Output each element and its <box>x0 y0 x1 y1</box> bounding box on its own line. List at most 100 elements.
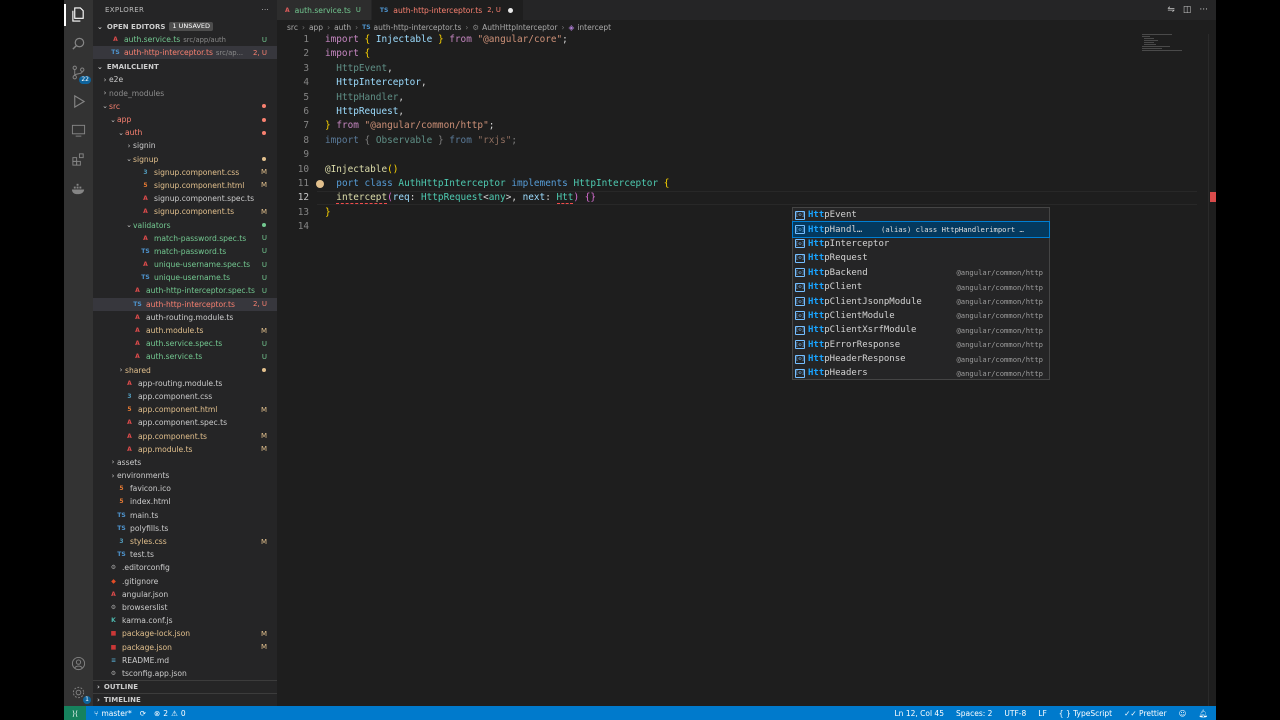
suggestion-item[interactable]: [⊙] Htt pClientModule @angular/common/http <box>793 309 1049 323</box>
breadcrumb-item[interactable]: AuthHttpInterceptor <box>482 23 557 32</box>
timeline-section[interactable]: › TIMELINE <box>93 693 277 706</box>
folder-item[interactable]: ⌄ src <box>93 100 277 113</box>
folder-item[interactable]: ⌄ auth <box>93 126 277 139</box>
file-item[interactable]: Aapp.module.ts M <box>93 443 277 456</box>
folder-item[interactable]: ⌄ validators <box>93 218 277 231</box>
split-editor-icon[interactable]: ◫ <box>1183 5 1192 15</box>
open-editor-item[interactable]: TS auth-http-interceptor.ts src/ap... 2, U <box>93 46 277 60</box>
file-item[interactable]: 5 app.component.html M <box>93 403 277 416</box>
suggestion-item[interactable]: [⊙] Htt pHandl… (alias) class HttpHandlerim… <box>792 221 1050 238</box>
end-of-line[interactable]: LF <box>1038 709 1047 718</box>
file-item[interactable]: TS test.ts <box>93 548 277 561</box>
suggestion-item[interactable]: [⊙] Htt pEvent <box>793 208 1049 222</box>
explorer-icon[interactable] <box>70 6 87 23</box>
problems-indicator[interactable]: ⊗ 2 ⚠ 0 <box>154 709 186 718</box>
open-editors-section[interactable]: ⌄ OPEN EDITORS 1 UNSAVED <box>93 20 277 33</box>
file-item[interactable]: ◆ .gitignore <box>93 575 277 588</box>
more-actions-icon[interactable]: ··· <box>261 6 269 14</box>
folder-item[interactable]: ⌄ app <box>93 113 277 126</box>
minimap[interactable] <box>1142 34 1206 54</box>
file-item[interactable]: Kkarma.conf.js <box>93 614 277 627</box>
file-item[interactable]: ■ package-lock.json M <box>93 627 277 640</box>
breadcrumb-item[interactable]: auth <box>334 23 351 32</box>
file-item[interactable]: TS main.ts <box>93 509 277 522</box>
prettier-status[interactable]: ✓✓ Prettier <box>1124 709 1167 718</box>
tab-auth-http-interceptor[interactable]: TS auth-http-interceptor.ts 2, U <box>371 0 524 20</box>
language-mode[interactable]: { } TypeScript <box>1059 709 1112 718</box>
file-item[interactable]: Amatch-password.spec.ts U <box>93 232 277 245</box>
cursor-position[interactable]: Ln 12, Col 45 <box>895 709 944 718</box>
suggestion-item[interactable]: [⊙] Htt pHeaderResponse @angular/common/htt… <box>793 352 1049 366</box>
file-item[interactable]: ⚙ .editorconfig <box>93 561 277 574</box>
file-item[interactable]: TS match-password.ts U <box>93 245 277 258</box>
tab-auth-service[interactable]: A auth.service.ts U <box>277 0 372 20</box>
search-icon[interactable] <box>70 35 87 52</box>
outline-section[interactable]: › OUTLINE <box>93 680 277 693</box>
file-item[interactable]: TS polyfills.ts <box>93 522 277 535</box>
remote-indicator-icon[interactable]: ⟩⟨ <box>64 706 86 720</box>
workspace-section[interactable]: ⌄ EMAILCLIENT <box>93 60 277 73</box>
file-item[interactable]: Aapp-routing.module.ts <box>93 377 277 390</box>
folder-item[interactable]: ⌄ signup <box>93 153 277 166</box>
account-icon[interactable] <box>70 655 87 672</box>
folder-item[interactable]: › signin <box>93 139 277 152</box>
folder-item[interactable]: › e2e <box>93 73 277 86</box>
file-item[interactable]: Aapp.component.ts M <box>93 429 277 442</box>
file-item[interactable]: 5 index.html <box>93 495 277 508</box>
folder-item[interactable]: › environments <box>93 469 277 482</box>
file-item[interactable]: ⚙ browserslist <box>93 601 277 614</box>
folder-item[interactable]: › assets <box>93 456 277 469</box>
remote-explorer-icon[interactable] <box>70 122 87 139</box>
suggestion-item[interactable]: [⊙] Htt pClient @angular/common/http <box>793 280 1049 294</box>
folder-item[interactable]: › shared <box>93 364 277 377</box>
unsaved-dot-icon[interactable] <box>507 7 513 13</box>
file-item[interactable]: 5 favicon.ico <box>93 482 277 495</box>
open-changes-icon[interactable]: ⇋ <box>1167 5 1175 15</box>
file-item[interactable]: Aauth.service.ts U <box>93 350 277 363</box>
source-control-icon[interactable]: 22 <box>70 64 91 84</box>
sync-icon[interactable]: ⟳ <box>140 709 146 718</box>
extensions-icon[interactable] <box>70 151 87 168</box>
suggestion-item[interactable]: [⊙] Htt pClientXsrfModule @angular/common/h… <box>793 323 1049 337</box>
file-item[interactable]: 3 app.component.css <box>93 390 277 403</box>
breadcrumb-item[interactable]: src <box>287 23 298 32</box>
file-item[interactable]: ⚙ tsconfig.app.json <box>93 667 277 680</box>
suggestion-item[interactable]: [⊙] Htt pHeaders @angular/common/http <box>793 366 1049 380</box>
feedback-icon[interactable]: ☺ <box>1179 709 1187 718</box>
file-item[interactable]: Asignup.component.ts M <box>93 205 277 218</box>
folder-item[interactable]: › node_modules <box>93 87 277 100</box>
file-item[interactable]: 5 signup.component.html M <box>93 179 277 192</box>
indentation[interactable]: Spaces: 2 <box>956 709 992 718</box>
encoding[interactable]: UTF-8 <box>1004 709 1026 718</box>
open-editor-item[interactable]: Aauth.service.ts src/app/auth U <box>93 33 277 46</box>
suggestion-item[interactable]: [⊙] Htt pRequest <box>793 251 1049 265</box>
file-item[interactable]: TS auth-http-interceptor.ts 2, U <box>93 297 277 311</box>
file-item[interactable]: ≡ README.md <box>93 654 277 667</box>
file-item[interactable]: ■ package.json M <box>93 640 277 653</box>
notifications-icon[interactable]: 🔔︎ <box>1198 709 1208 718</box>
file-item[interactable]: Aapp.component.spec.ts <box>93 416 277 429</box>
file-item[interactable]: 3 styles.css M <box>93 535 277 548</box>
file-item[interactable]: TS unique-username.ts U <box>93 271 277 284</box>
more-actions-icon[interactable]: ··· <box>1199 5 1208 15</box>
file-item[interactable]: Asignup.component.spec.ts <box>93 192 277 205</box>
file-item[interactable]: Aauth-routing.module.ts <box>93 311 277 324</box>
file-item[interactable]: Aunique-username.spec.ts U <box>93 258 277 271</box>
suggestion-item[interactable]: [⊙] Htt pInterceptor <box>793 237 1049 251</box>
suggestion-item[interactable]: [⊙] Htt pClientJsonpModule @angular/common/… <box>793 294 1049 308</box>
docker-icon[interactable] <box>70 180 87 197</box>
run-debug-icon[interactable] <box>70 93 87 110</box>
lightbulb-icon[interactable] <box>316 180 324 188</box>
file-item[interactable]: 3 signup.component.css M <box>93 166 277 179</box>
breadcrumb-item[interactable]: auth-http-interceptor.ts <box>374 23 462 32</box>
settings-gear-icon[interactable]: 1 <box>70 684 91 704</box>
suggestion-item[interactable]: [⊙] Htt pErrorResponse @angular/common/http <box>793 338 1049 352</box>
breadcrumb-item[interactable]: intercept <box>577 23 611 32</box>
file-item[interactable]: Aauth.module.ts M <box>93 324 277 337</box>
branch-indicator[interactable]: ⑂ master* <box>94 709 132 718</box>
suggestion-item[interactable]: [⊙] Htt pBackend @angular/common/http <box>793 266 1049 280</box>
breadcrumb-item[interactable]: app <box>309 23 323 32</box>
file-item[interactable]: Aauth.service.spec.ts U <box>93 337 277 350</box>
vertical-scrollbar[interactable] <box>1208 34 1216 706</box>
file-item[interactable]: Aangular.json <box>93 588 277 601</box>
